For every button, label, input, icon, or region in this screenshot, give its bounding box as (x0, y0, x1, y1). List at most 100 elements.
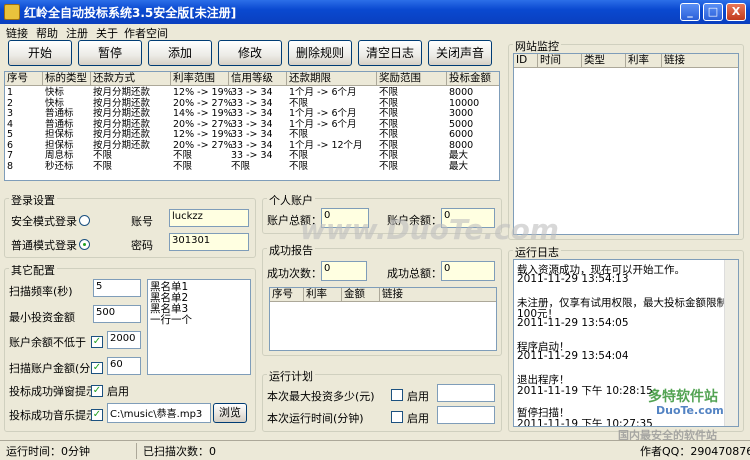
scan-account-input[interactable]: 60 (107, 357, 141, 375)
rule-cell[interactable]: 不限 (379, 119, 398, 130)
rule-cell[interactable]: 1个月 -> 12个月 (289, 140, 363, 151)
col-header[interactable]: ID (514, 54, 538, 68)
success-count-input[interactable]: 0 (321, 261, 367, 281)
rule-cell[interactable]: 10000 (449, 98, 479, 109)
rule-cell[interactable]: 不限 (379, 98, 398, 109)
mute-sound-button[interactable]: 关闭声音 (428, 40, 492, 66)
pause-button[interactable]: 暂停 (78, 40, 142, 66)
rule-cell[interactable]: 担保标 (45, 130, 74, 140)
rule-cell[interactable]: 不限 (379, 161, 398, 172)
rule-cell[interactable]: 不限 (93, 161, 112, 172)
rule-cell[interactable]: 按月分期还款 (93, 88, 150, 98)
rule-cell[interactable]: 8000 (449, 140, 473, 151)
rule-cell[interactable]: 33 -> 34 (231, 88, 273, 98)
success-amount-input[interactable]: 0 (441, 261, 495, 281)
music-path-input[interactable]: C:\music\恭喜.mp3 (107, 403, 211, 423)
rule-cell[interactable]: 33 -> 34 (231, 119, 273, 130)
run-time-checkbox[interactable] (391, 411, 403, 423)
rule-cell[interactable]: 33 -> 34 (231, 151, 273, 161)
rule-cell[interactable]: 最大 (449, 161, 468, 172)
rule-cell[interactable]: 按月分期还款 (93, 130, 150, 140)
password-input[interactable]: 301301 (169, 233, 249, 251)
rule-cell[interactable]: 8 (7, 161, 13, 172)
close-button[interactable]: X (726, 3, 746, 21)
rule-cell[interactable]: 不限 (231, 161, 250, 172)
balance-floor-input[interactable]: 2000 (107, 331, 141, 349)
rule-cell[interactable]: 3000 (449, 109, 473, 119)
rule-cell[interactable]: 不限 (173, 151, 192, 161)
menu-register[interactable]: 注册 (66, 25, 88, 41)
rule-cell[interactable]: 20% -> 27% (173, 98, 233, 109)
rule-cell[interactable]: 快标 (45, 98, 64, 109)
run-time-input[interactable] (437, 406, 495, 424)
title-bar[interactable]: 红岭全自动投标系统3.5安全版[未注册] _ □ X (0, 0, 750, 24)
safe-mode-radio[interactable] (79, 215, 90, 226)
rule-cell[interactable]: 不限 (379, 140, 398, 151)
rule-cell[interactable]: 最大 (449, 151, 468, 161)
col-header[interactable]: 序号 (5, 72, 43, 86)
rule-cell[interactable]: 12% -> 19% (173, 130, 233, 140)
max-invest-checkbox[interactable] (391, 389, 403, 401)
rule-cell[interactable]: 6000 (449, 130, 473, 140)
rule-cell[interactable]: 33 -> 34 (231, 130, 273, 140)
rule-cell[interactable]: 12% -> 19% (173, 88, 233, 98)
min-invest-input[interactable]: 500 (93, 305, 141, 323)
success-grid[interactable]: 序号 利率 金额 链接 (269, 287, 497, 351)
col-header[interactable]: 链接 (380, 288, 496, 302)
col-header[interactable]: 链接 (662, 54, 738, 68)
rule-cell[interactable]: 5000 (449, 119, 473, 130)
menu-help[interactable]: 帮助 (36, 25, 58, 41)
rule-cell[interactable]: 按月分期还款 (93, 119, 150, 130)
col-header[interactable]: 奖励范围 (377, 72, 447, 86)
account-input[interactable]: luckzz (169, 209, 249, 227)
col-header[interactable]: 类型 (582, 54, 626, 68)
delete-rule-button[interactable]: 删除规则 (288, 40, 352, 66)
menu-link[interactable]: 链接 (6, 25, 28, 41)
blacklist-textarea[interactable]: 黑名单1 黑名单2 黑名单3 一行一个 (147, 279, 251, 375)
rule-cell[interactable]: 不限 (173, 161, 192, 172)
rule-cell[interactable]: 不限 (289, 161, 308, 172)
col-header[interactable]: 时间 (538, 54, 582, 68)
col-header[interactable]: 投标金额 (447, 72, 499, 86)
col-header[interactable]: 标的类型 (43, 72, 91, 86)
rule-cell[interactable]: 不限 (289, 98, 308, 109)
rule-cell[interactable]: 不限 (379, 109, 398, 119)
clear-log-button[interactable]: 清空日志 (358, 40, 422, 66)
scan-freq-input[interactable]: 5 (93, 279, 141, 297)
rule-cell[interactable]: 5 (7, 130, 13, 140)
rule-cell[interactable]: 33 -> 34 (231, 140, 273, 151)
col-header[interactable]: 序号 (270, 288, 304, 302)
minimize-button[interactable]: _ (680, 3, 700, 21)
rule-cell[interactable]: 1个月 -> 6个月 (289, 119, 357, 130)
rule-cell[interactable]: 普通标 (45, 109, 74, 119)
rule-cell[interactable]: 1个月 -> 6个月 (289, 88, 357, 98)
monitor-grid[interactable]: ID 时间 类型 利率 链接 (513, 53, 739, 235)
rule-cell[interactable]: 20% -> 27% (173, 140, 233, 151)
col-header[interactable]: 利率范围 (171, 72, 229, 86)
rule-cell[interactable]: 7 (7, 151, 13, 161)
rule-cell[interactable]: 不限 (379, 88, 398, 98)
rule-cell[interactable]: 不限 (379, 151, 398, 161)
rule-cell[interactable]: 快标 (45, 88, 64, 98)
rule-cell[interactable]: 1个月 -> 6个月 (289, 109, 357, 119)
rule-cell[interactable]: 普通标 (45, 119, 74, 130)
col-header[interactable]: 利率 (626, 54, 662, 68)
rule-cell[interactable]: 33 -> 34 (231, 98, 273, 109)
rule-cell[interactable]: 按月分期还款 (93, 140, 150, 151)
rule-cell[interactable]: 秒还标 (45, 161, 74, 172)
maximize-button[interactable]: □ (703, 3, 723, 21)
rule-cell[interactable]: 8000 (449, 88, 473, 98)
edit-button[interactable]: 修改 (218, 40, 282, 66)
rule-cell[interactable]: 不限 (289, 151, 308, 161)
col-header[interactable]: 信用等级 (229, 72, 287, 86)
rule-cell[interactable]: 6 (7, 140, 13, 151)
rule-cell[interactable]: 3 (7, 109, 13, 119)
rule-cell[interactable]: 担保标 (45, 140, 74, 151)
start-button[interactable]: 开始 (8, 40, 72, 66)
rule-cell[interactable]: 1 (7, 88, 13, 98)
log-scrollbar[interactable] (724, 260, 738, 426)
music-checkbox[interactable]: ✓ (91, 409, 103, 421)
rule-cell[interactable]: 4 (7, 119, 13, 130)
rule-cell[interactable]: 按月分期还款 (93, 109, 150, 119)
col-header[interactable]: 金额 (342, 288, 380, 302)
